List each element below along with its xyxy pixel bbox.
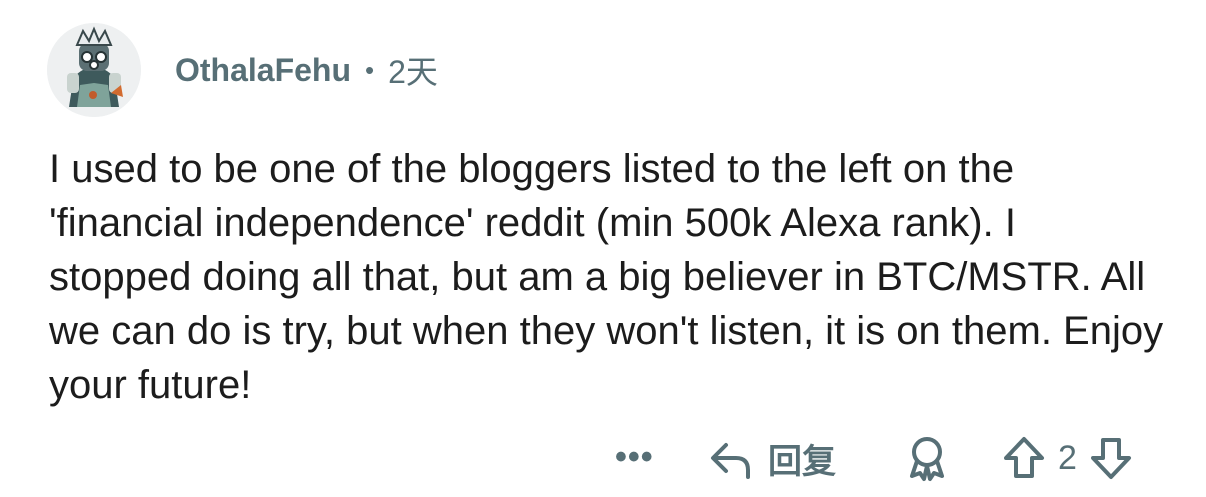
more-button[interactable]: ••• [615,438,654,477]
reply-button[interactable]: 回复 [708,434,836,483]
downvote-icon[interactable] [1087,434,1135,482]
more-icon: ••• [615,438,654,476]
vote-controls: 2 [1000,434,1135,482]
vote-count: 2 [1058,438,1077,477]
award-icon [903,434,951,482]
author-name[interactable]: OthalaFehu [175,52,351,89]
reply-label: 回复 [768,443,836,481]
comment-time: 2天 [388,54,438,90]
avatar[interactable] [47,23,141,117]
comment: OthalaFehu • 2天 I used to be one of the … [0,0,1206,497]
author-meta: OthalaFehu • 2天 [175,47,438,93]
meta-separator: • [365,54,375,85]
reply-arrow-icon [708,437,754,481]
comment-actions: ••• 回复 2 [0,430,1206,486]
award-button[interactable] [903,434,951,482]
upvote-icon[interactable] [1000,434,1048,482]
comment-body: I used to be one of the bloggers listed … [49,147,1164,407]
comment-header: OthalaFehu • 2天 [47,23,438,117]
